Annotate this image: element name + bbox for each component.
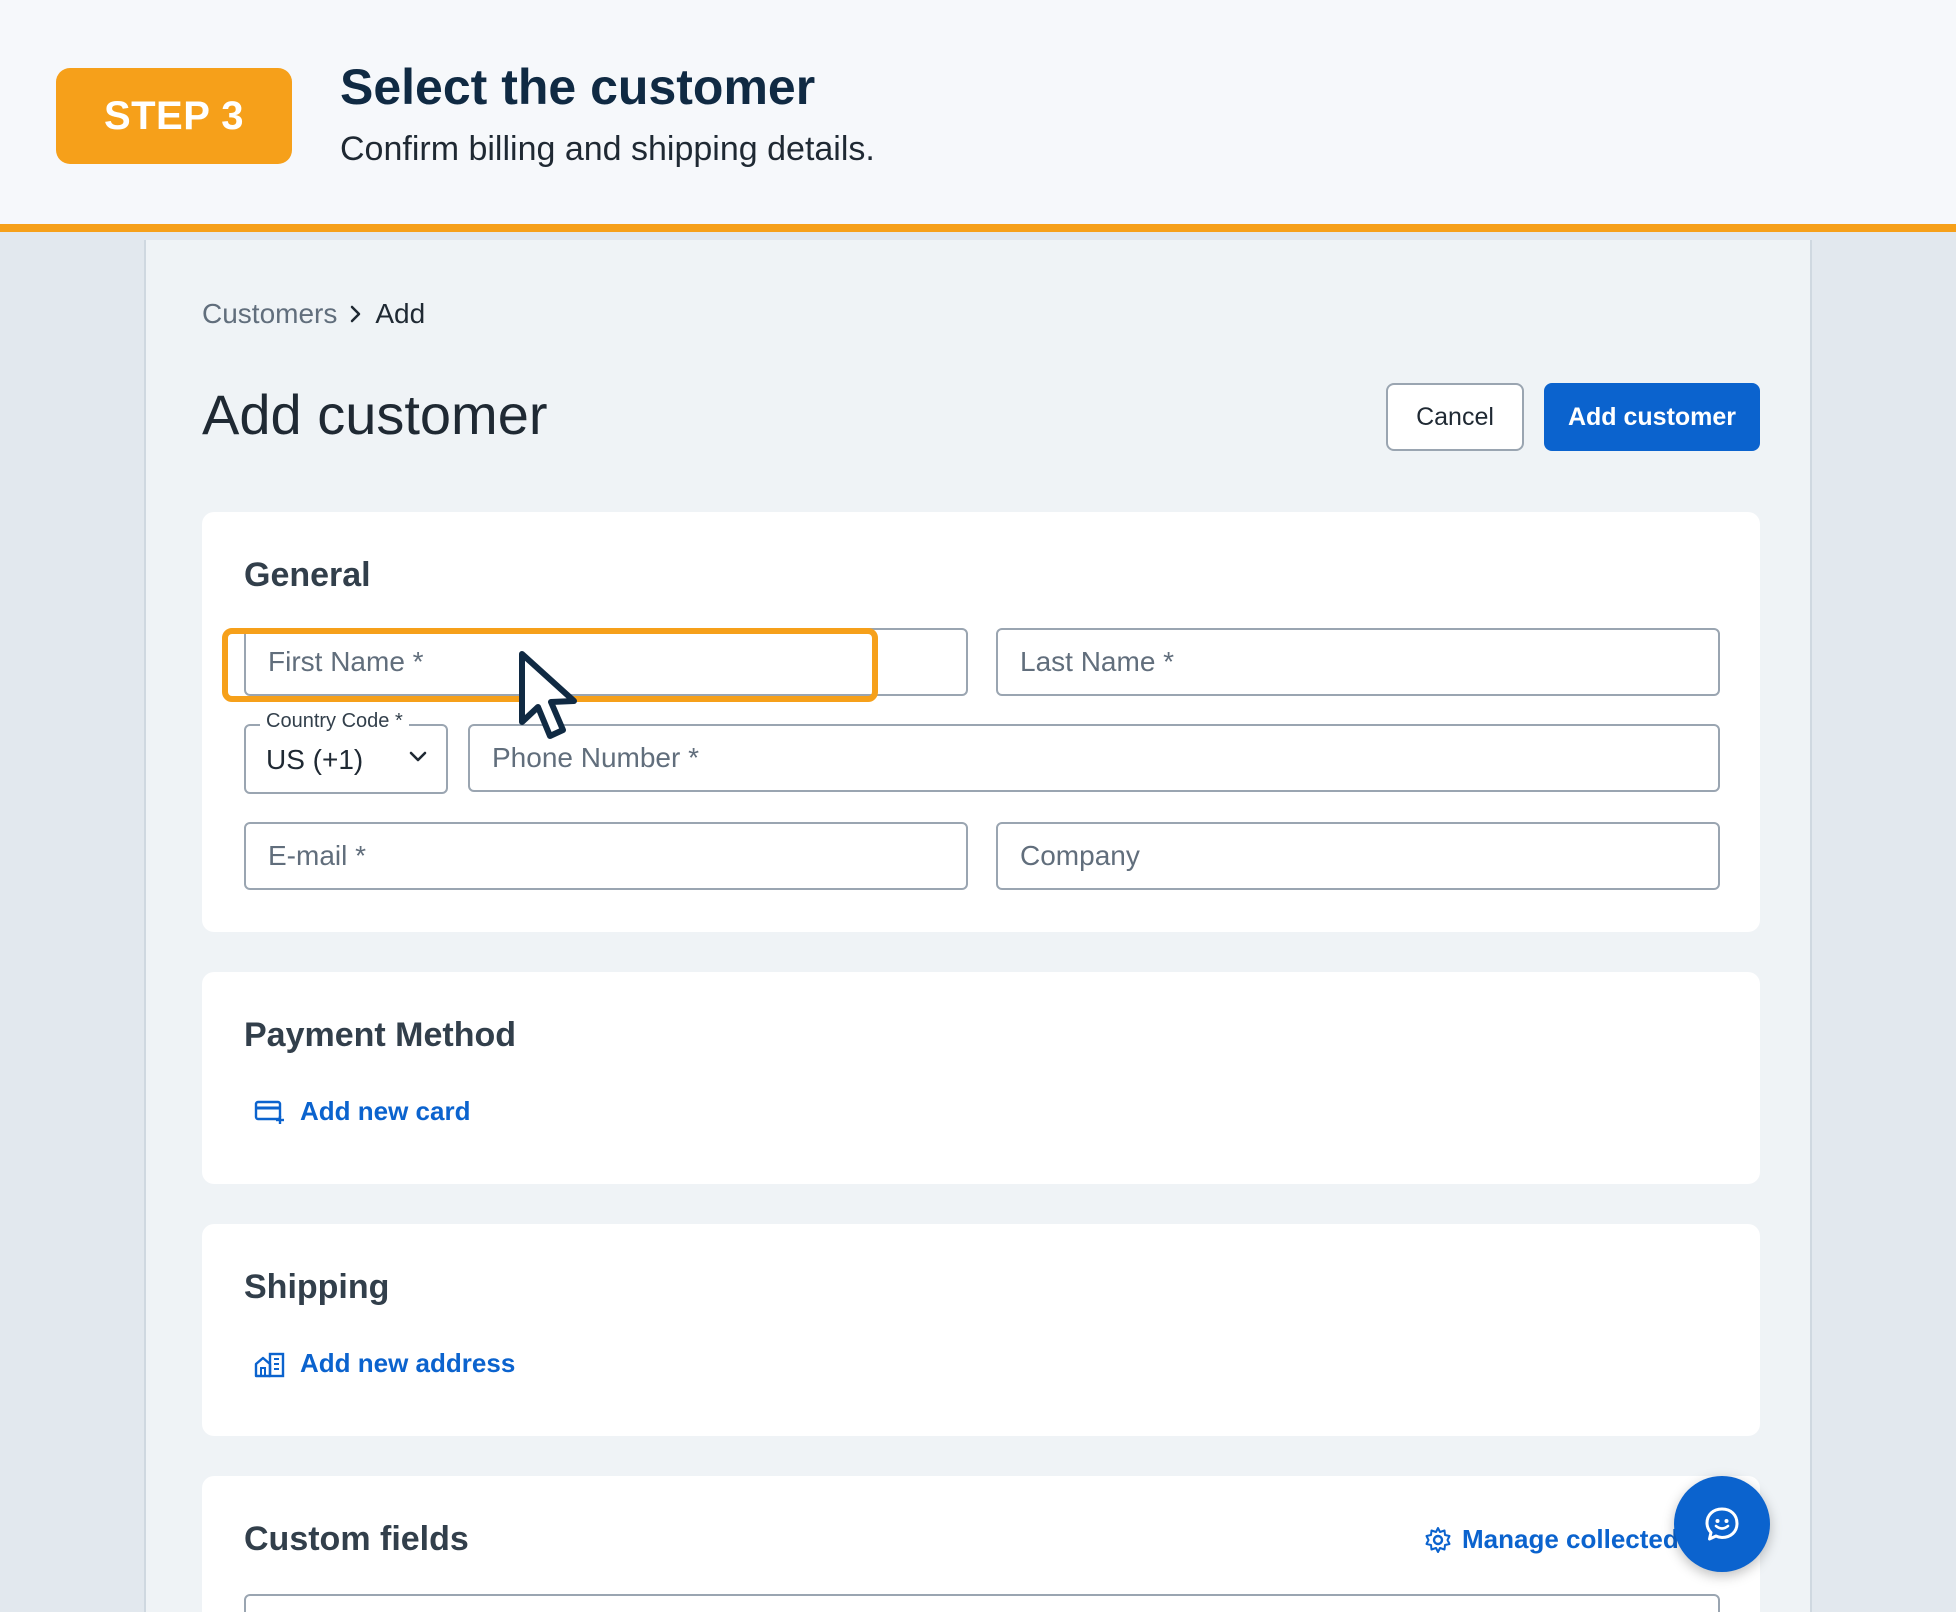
building-icon <box>254 1350 286 1378</box>
step-title: Select the customer <box>340 59 816 115</box>
page-title: Add customer <box>202 383 548 446</box>
country-code-select[interactable]: Country Code * US (+1) <box>244 710 448 794</box>
add-new-card-label: Add new card <box>300 1096 471 1126</box>
add-new-address-link[interactable]: Add new address <box>254 1348 515 1379</box>
step-subtitle: Confirm billing and shipping details. <box>340 130 875 168</box>
general-card: General Country Code * US (+1) <box>202 512 1760 932</box>
phone-number-field[interactable] <box>468 724 1720 792</box>
chat-button[interactable] <box>1674 1476 1770 1572</box>
step-banner: STEP 3 Select the customer Confirm billi… <box>0 0 1956 232</box>
add-new-address-label: Add new address <box>300 1348 516 1378</box>
cancel-button[interactable]: Cancel <box>1386 383 1524 451</box>
email-field[interactable] <box>244 822 968 890</box>
first-name-input[interactable] <box>246 630 966 694</box>
last-name-input[interactable] <box>998 630 1718 694</box>
manage-collected-data-link[interactable]: Manage collected d <box>1424 1524 1696 1555</box>
step-badge: STEP 3 <box>56 68 292 164</box>
custom-field-input[interactable] <box>244 1594 1720 1612</box>
payment-method-card: Payment Method Add new card <box>202 972 1760 1184</box>
first-name-field[interactable] <box>244 628 968 696</box>
country-code-label: Country Code * <box>260 710 409 733</box>
breadcrumb-customers-link[interactable]: Customers <box>202 298 337 330</box>
payment-method-title: Payment Method <box>244 1016 517 1054</box>
chat-bubble-icon <box>1702 1504 1742 1544</box>
gear-icon <box>1424 1526 1452 1554</box>
chevron-down-icon <box>408 750 428 764</box>
custom-fields-card: Custom fields Manage collected d <box>202 1476 1760 1612</box>
chevron-right-icon <box>349 304 363 324</box>
manage-collected-data-label: Manage collected d <box>1462 1524 1696 1554</box>
breadcrumb-current: Add <box>375 298 426 329</box>
add-customer-button[interactable]: Add customer <box>1544 383 1760 451</box>
general-title: General <box>244 556 371 594</box>
shipping-card: Shipping Add new address <box>202 1224 1760 1436</box>
country-code-value: US (+1) <box>266 744 364 775</box>
custom-fields-title: Custom fields <box>244 1520 469 1558</box>
phone-number-input[interactable] <box>470 726 1718 790</box>
credit-card-plus-icon <box>254 1099 286 1125</box>
last-name-field[interactable] <box>996 628 1720 696</box>
company-input[interactable] <box>998 824 1718 888</box>
add-new-card-link[interactable]: Add new card <box>254 1096 470 1127</box>
app-frame: Customers Add Add customer Cancel Add cu… <box>144 240 1812 1612</box>
company-field[interactable] <box>996 822 1720 890</box>
shipping-title: Shipping <box>244 1268 390 1306</box>
breadcrumb: Customers Add <box>202 298 425 330</box>
email-input[interactable] <box>246 824 966 888</box>
